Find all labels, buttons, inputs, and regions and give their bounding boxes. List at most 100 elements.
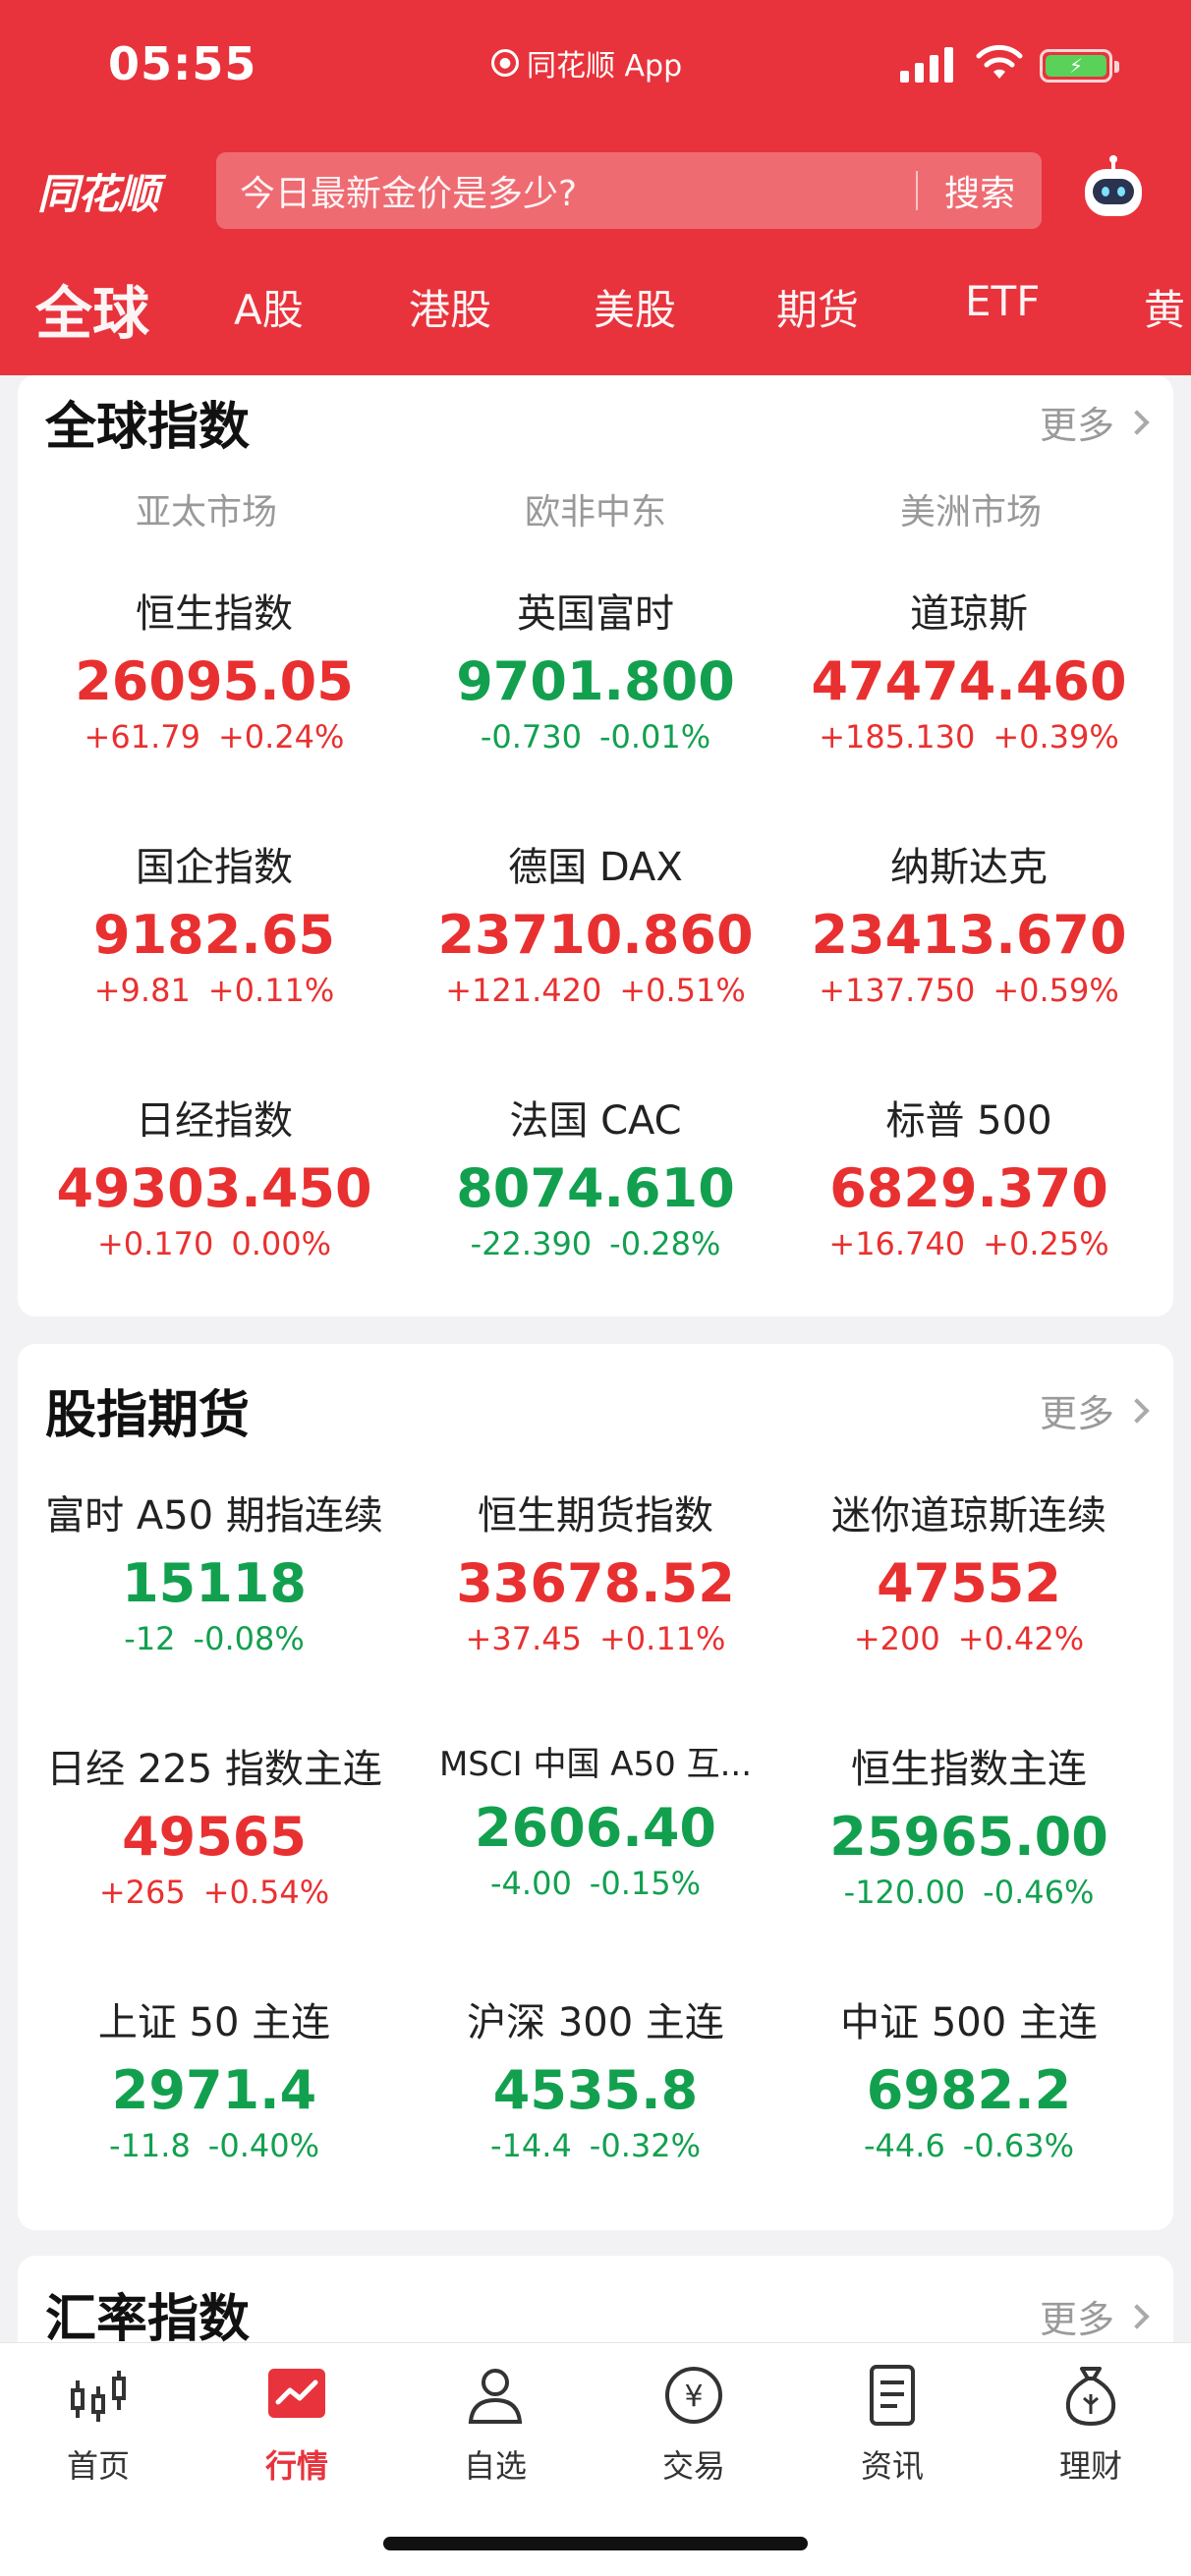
quote-cell[interactable]: 沪深 300 主连 4535.8 -14.4 -0.32% <box>407 1990 784 2164</box>
home-indicator[interactable] <box>383 2537 808 2550</box>
quote-price: 9701.800 <box>456 650 735 712</box>
quote-change-row: +200 +0.42% <box>780 1620 1158 1657</box>
index-futures-card: 股指期货 更多 富时 A50 期指连续 15118 -12 -0.08% 恒生期货指数 3… <box>18 1344 1173 2230</box>
quote-change-percent: +0.25% <box>983 1225 1109 1262</box>
nav-wealth-label: 理财 <box>1058 2447 1122 2485</box>
quote-name: 上证 50 主连 <box>97 2000 331 2045</box>
quote-change: -4.00 <box>490 1865 572 1902</box>
quote-change: +61.79 <box>84 718 200 756</box>
quote-price: 4535.8 <box>492 2059 699 2121</box>
quote-cell[interactable]: 标普 500 6829.370 +16.740 +0.25% <box>780 1089 1158 1262</box>
app-indicator[interactable]: ● 同花顺 App <box>491 41 682 84</box>
app-logo[interactable]: 同花顺 <box>37 161 159 221</box>
quote-change-row: -4.00 -0.15% <box>407 1865 784 1902</box>
quote-change-percent: -0.40% <box>207 2127 319 2164</box>
quote-cell[interactable]: 国企指数 9182.65 +9.81 +0.11% <box>26 835 403 1009</box>
wifi-icon <box>976 44 1023 79</box>
quote-cell[interactable]: 上证 50 主连 2971.4 -11.8 -0.40% <box>26 1990 403 2164</box>
quote-name: MSCI 中国 A50 互... <box>438 1745 753 1784</box>
quote-change-row: -44.6 -0.63% <box>780 2127 1158 2164</box>
search-bar[interactable]: 今日最新金价是多少? 搜索 <box>216 152 1042 229</box>
money-bag-icon <box>1065 2367 1116 2427</box>
nav-news[interactable]: 资讯 <box>823 2361 961 2487</box>
nav-home[interactable]: 首页 <box>29 2361 167 2487</box>
quote-change-percent: +0.11% <box>207 972 335 1009</box>
tab-gold[interactable]: 黄 <box>1144 277 1185 337</box>
more-button[interactable]: 更多 <box>1040 1383 1150 1437</box>
nav-home-label: 首页 <box>66 2447 130 2485</box>
quote-name: 英国富时 <box>517 591 674 637</box>
nav-watchlist[interactable]: 自选 <box>426 2361 564 2487</box>
user-icon <box>468 2369 523 2424</box>
assistant-robot-icon[interactable] <box>1079 155 1148 224</box>
quote-change: +200 <box>853 1620 940 1657</box>
quote-change-percent: +0.24% <box>217 718 345 756</box>
quote-change-percent: -0.28% <box>609 1225 721 1262</box>
quote-change-percent: +0.11% <box>598 1620 726 1657</box>
chevron-right-icon <box>1124 2303 1150 2329</box>
quote-cell[interactable]: 日经 225 指数主连 49565 +265 +0.54% <box>26 1737 403 1911</box>
quote-name: 沪深 300 主连 <box>467 2000 724 2045</box>
quote-name: 德国 DAX <box>508 845 683 890</box>
region-asia-pacific[interactable]: 亚太市场 <box>20 483 393 534</box>
quote-change-row: -0.730 -0.01% <box>407 718 784 756</box>
quote-change-row: +0.170 0.00% <box>26 1225 403 1262</box>
tab-global[interactable]: 全球 <box>35 267 149 350</box>
app-indicator-label: 同花顺 App <box>527 49 683 84</box>
quote-change-percent: -0.15% <box>589 1865 701 1902</box>
nav-trade-label: 交易 <box>661 2447 725 2485</box>
quote-cell[interactable]: 道琼斯 47474.460 +185.130 +0.39% <box>780 582 1158 756</box>
tab-hk-stocks[interactable]: 港股 <box>409 277 491 337</box>
quote-change-row: +137.750 +0.59% <box>780 972 1158 1009</box>
quote-name: 迷你道琼斯连续 <box>831 1493 1106 1539</box>
quote-cell[interactable]: 法国 CAC 8074.610 -22.390 -0.28% <box>407 1089 784 1262</box>
quote-cell[interactable]: 恒生指数 26095.05 +61.79 +0.24% <box>26 582 403 756</box>
quote-cell[interactable]: 富时 A50 期指连续 15118 -12 -0.08% <box>26 1484 403 1657</box>
tab-us-stocks[interactable]: 美股 <box>594 277 676 337</box>
quote-change: -44.6 <box>864 2127 945 2164</box>
quote-cell[interactable]: 恒生期货指数 33678.52 +37.45 +0.11% <box>407 1484 784 1657</box>
candlestick-icon <box>71 2371 126 2422</box>
yuan-coin-icon: ¥ <box>665 2367 722 2424</box>
search-input[interactable]: 今日最新金价是多少? <box>216 165 916 216</box>
quote-cell[interactable]: 德国 DAX 23710.860 +121.420 +0.51% <box>407 835 784 1009</box>
nav-market[interactable]: 行情 <box>228 2361 366 2487</box>
search-button[interactable]: 搜索 <box>918 165 1042 216</box>
more-button[interactable]: 更多 <box>1040 395 1150 449</box>
quote-cell[interactable]: 迷你道琼斯连续 47552 +200 +0.42% <box>780 1484 1158 1657</box>
signal-icon <box>900 47 953 83</box>
quote-cell[interactable]: 纳斯达克 23413.670 +137.750 +0.59% <box>780 835 1158 1009</box>
quote-price: 23710.860 <box>437 904 754 966</box>
quote-name: 纳斯达克 <box>890 845 1048 890</box>
nav-wealth[interactable]: 理财 <box>1022 2361 1160 2487</box>
quote-change: -14.4 <box>490 2127 572 2164</box>
quote-cell[interactable]: MSCI 中国 A50 互... 2606.40 -4.00 -0.15% <box>407 1737 784 1902</box>
quote-change: -12 <box>124 1620 176 1657</box>
nav-news-label: 资讯 <box>860 2447 924 2485</box>
tab-a-shares[interactable]: A股 <box>234 277 304 337</box>
region-americas[interactable]: 美洲市场 <box>784 483 1158 534</box>
quote-name: 标普 500 <box>885 1098 1052 1144</box>
status-bar: 05:55 ● 同花顺 App ⚡ <box>0 0 1191 138</box>
quote-price: 26095.05 <box>75 650 354 712</box>
quote-change: +121.420 <box>445 972 602 1009</box>
quote-cell[interactable]: 恒生指数主连 25965.00 -120.00 -0.46% <box>780 1737 1158 1911</box>
quote-price: 15118 <box>122 1552 307 1614</box>
quote-cell[interactable]: 日经指数 49303.450 +0.170 0.00% <box>26 1089 403 1262</box>
quote-name: 恒生指数 <box>136 591 293 637</box>
quote-cell[interactable]: 中证 500 主连 6982.2 -44.6 -0.63% <box>780 1990 1158 2164</box>
quote-name: 国企指数 <box>136 845 293 890</box>
tab-etf[interactable]: ETF <box>965 277 1040 325</box>
status-time: 05:55 <box>108 37 257 90</box>
more-button[interactable]: 更多 <box>1040 2289 1150 2343</box>
nav-trade[interactable]: ¥ 交易 <box>625 2361 763 2487</box>
market-tabs: 全球 A股 港股 美股 期货 ETF 黄 <box>0 267 1191 356</box>
quote-change-percent: 0.00% <box>231 1225 332 1262</box>
quote-name: 道琼斯 <box>910 591 1028 637</box>
quote-cell[interactable]: 英国富时 9701.800 -0.730 -0.01% <box>407 582 784 756</box>
region-emea[interactable]: 欧非中东 <box>409 483 782 534</box>
quote-change: -22.390 <box>470 1225 593 1262</box>
tab-futures[interactable]: 期货 <box>776 277 859 337</box>
quote-change-percent: -0.46% <box>983 1874 1095 1911</box>
nav-market-label: 行情 <box>264 2447 328 2485</box>
